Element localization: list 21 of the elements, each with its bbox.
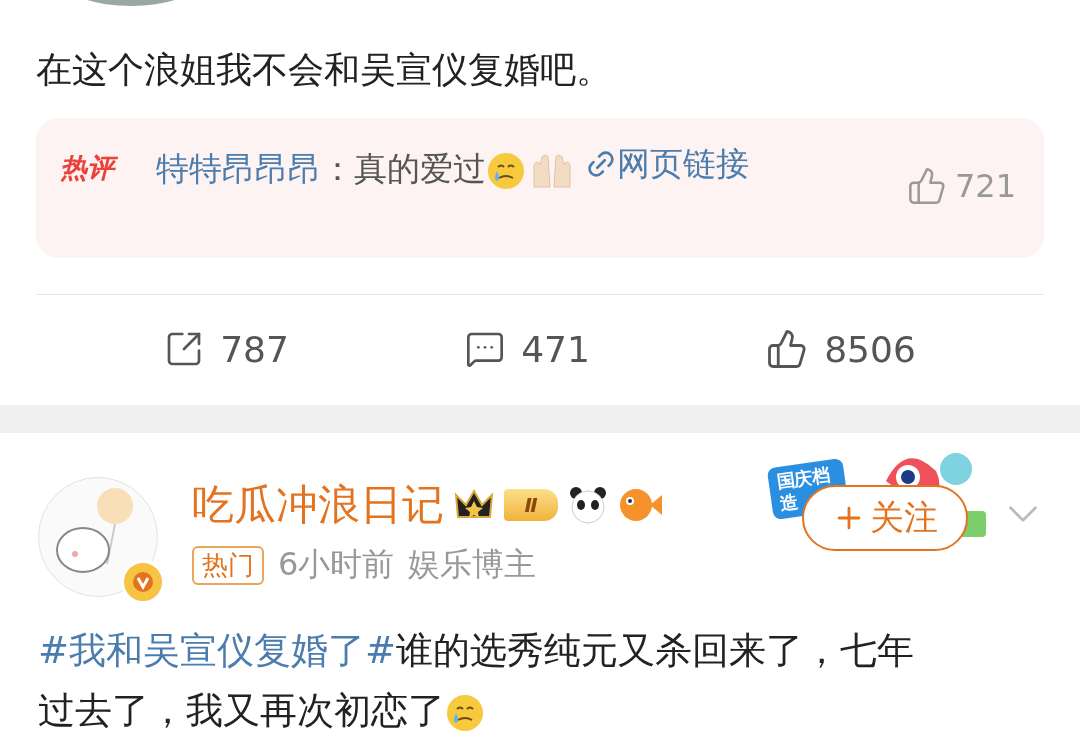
follow-button[interactable]: 关注 [802,485,968,551]
thumbs-up-icon[interactable] [766,328,809,370]
hot-comment-card[interactable]: 热评 特特昂昂昂：真的爱过 网页链接 721 [36,118,1044,258]
hot-tag: 热门 [192,545,264,585]
level-badge: Ⅱ [504,489,558,521]
action-count: 471 [521,328,590,370]
post-text: #我和吴宣仪复婚了#谁的选秀纯元又杀回来了，七年过去了，我又再次初恋了 [38,628,915,735]
post-text: 在这个浪姐我不会和吴宣仪复婚吧。 [36,48,613,92]
action-count: 8506 [824,328,916,370]
post-time: 6小时前 [278,544,395,585]
hot-comment-label: 热评 [60,150,156,186]
thumbs-up-icon[interactable] [906,166,947,206]
author-role: 娱乐博主 [408,544,537,585]
crying-face-emoji-icon [445,692,485,733]
action-count: 787 [220,328,289,370]
web-link[interactable]: 网页链接 [584,140,749,188]
author-name[interactable]: 吃瓜冲浪日记 [192,477,444,533]
smiling-tear-emoji-icon [486,150,526,191]
like-count: 721 [954,167,1016,205]
comment-text: 特特昂昂昂：真的爱过 网页链接 [156,140,876,193]
panda-icon [568,485,608,525]
